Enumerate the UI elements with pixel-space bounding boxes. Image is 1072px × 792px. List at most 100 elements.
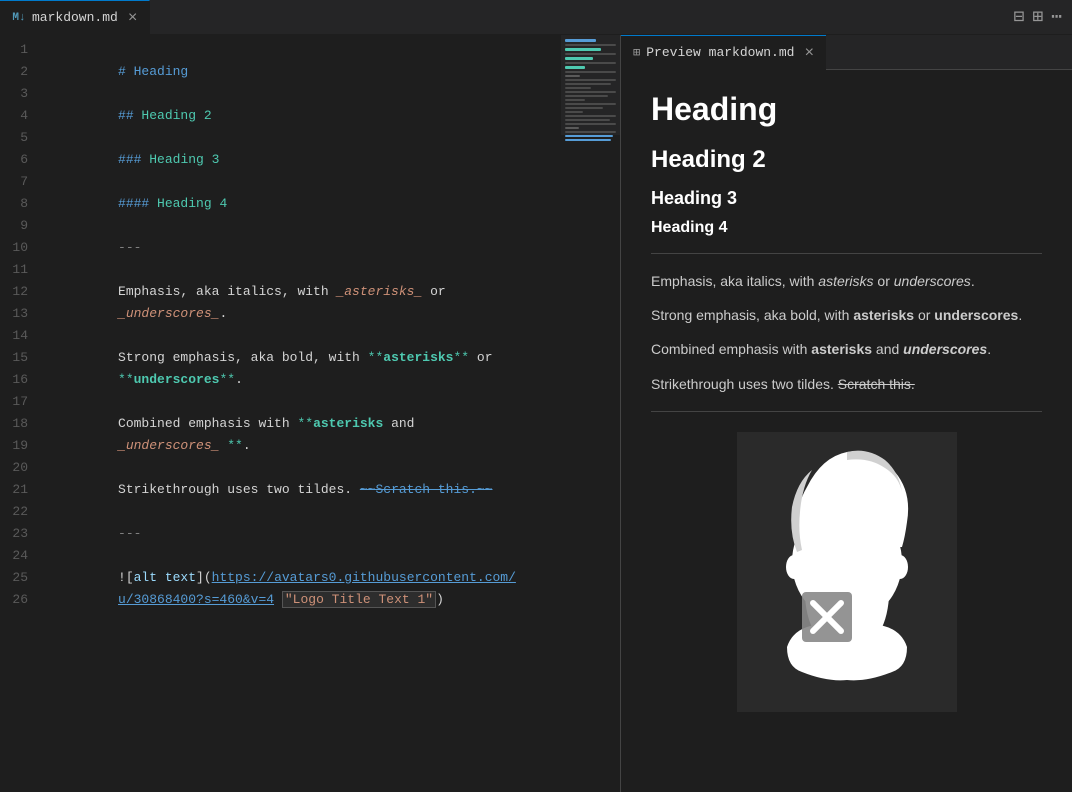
- mini-line-19: [565, 115, 616, 117]
- line-num-15: 15: [0, 347, 28, 369]
- preview-image-container: [651, 432, 1042, 712]
- line-15-bold: underscores: [134, 372, 220, 387]
- line-15-plain: .: [235, 372, 243, 387]
- line-num-16: 16: [0, 369, 28, 391]
- line-num-8: 8: [0, 193, 28, 215]
- line-17-and: and: [383, 416, 414, 431]
- line-20-strike: ~~Scratch this.~~: [360, 482, 493, 497]
- line-12-plain: .: [219, 306, 227, 321]
- preview-heading1: Heading: [651, 90, 1042, 128]
- mini-line-16: [565, 103, 616, 105]
- line-24-bracket1: ![: [118, 570, 134, 585]
- line-num-25: 25: [0, 567, 28, 589]
- line-num-26: 26: [0, 589, 28, 611]
- preview-strike-para: Strikethrough uses two tildes. Scratch t…: [651, 373, 1042, 395]
- preview-hr2: [651, 411, 1042, 412]
- h2-marker: ##: [118, 108, 141, 123]
- preview-emphasis-para: Emphasis, aka italics, with asterisks or…: [651, 270, 1042, 292]
- line-num-24: 24: [0, 545, 28, 567]
- line-17-bold: asterisks: [313, 416, 383, 431]
- line-25-title: "Logo Title Text 1": [285, 592, 433, 607]
- line-25-title-bg: "Logo Title Text 1": [282, 591, 436, 608]
- mini-line-11: [565, 83, 611, 85]
- line-15-bold-marker2: **: [219, 372, 235, 387]
- minimap: [560, 35, 620, 135]
- preview-combined-para: Combined emphasis with asterisks and und…: [651, 338, 1042, 360]
- h4-text: Heading 4: [157, 196, 227, 211]
- preview-pane: ⊞ Preview markdown.md × Heading Heading …: [621, 35, 1072, 792]
- preview-image: [737, 432, 957, 712]
- editor-tab-close[interactable]: ×: [128, 10, 138, 26]
- preview-p2-plain1: Strong emphasis, aka bold, with: [651, 307, 853, 323]
- code-line-3: ## Heading 2: [40, 83, 610, 105]
- line-num-11: 11: [0, 259, 28, 281]
- preview-icon: ⊞: [633, 45, 640, 60]
- code-content: # Heading ## Heading 2 ### Heading 3: [40, 39, 620, 611]
- code-line-22: ---: [40, 501, 610, 523]
- line-num-7: 7: [0, 171, 28, 193]
- code-line-9: ---: [40, 215, 610, 237]
- mini-line-6: [565, 62, 616, 64]
- mini-line-14: [565, 95, 608, 97]
- line-18-plain: .: [243, 438, 251, 453]
- line-num-18: 18: [0, 413, 28, 435]
- line-25-url: u/30868400?s=460&v=4: [118, 592, 274, 607]
- line-14-plain2: or: [469, 350, 492, 365]
- mini-line-12: [565, 87, 591, 89]
- line-num-17: 17: [0, 391, 28, 413]
- line-14-bold-marker1: **: [368, 350, 384, 365]
- preview-p3-plain3: .: [987, 341, 991, 357]
- line-17-bold-marker1: **: [297, 416, 313, 431]
- code-line-20: Strikethrough uses two tildes. ~~Scratch…: [40, 457, 610, 479]
- line-numbers: 1 2 3 4 5 6 7 8 9 10 11 12 13 14 15 16 1…: [0, 39, 40, 611]
- line-num-2: 2: [0, 61, 28, 83]
- mini-line-5: [565, 57, 593, 60]
- mini-line-7: [565, 66, 585, 69]
- line-17-plain1: Combined emphasis with: [118, 416, 297, 431]
- main-content: 1 2 3 4 5 6 7 8 9 10 11 12 13 14 15 16 1…: [0, 35, 1072, 792]
- code-line-24: ![alt text](https://avatars0.githubuserc…: [40, 545, 610, 567]
- line-14-plain1: Strong emphasis, aka bold, with: [118, 350, 368, 365]
- mini-line-18: [565, 111, 583, 113]
- line-14-bold-marker2: **: [453, 350, 469, 365]
- preview-p2-strong1: asterisks: [853, 307, 914, 323]
- preview-heading2: Heading 2: [651, 144, 1042, 175]
- line-num-5: 5: [0, 127, 28, 149]
- line-num-23: 23: [0, 523, 28, 545]
- editor-lines: 1 2 3 4 5 6 7 8 9 10 11 12 13 14 15 16 1…: [0, 35, 620, 611]
- h3-text: Heading 3: [149, 152, 219, 167]
- line-24-alt: alt text: [134, 570, 196, 585]
- editor-tab[interactable]: M↓ markdown.md ×: [0, 0, 150, 35]
- code-line-11: Emphasis, aka italics, with _asterisks_ …: [40, 259, 610, 281]
- mini-line-1: [565, 39, 596, 42]
- preview-p4-plain1: Strikethrough uses two tildes.: [651, 376, 838, 392]
- mini-line-23: [565, 131, 616, 133]
- editor-tab-label: markdown.md: [32, 10, 118, 25]
- split-editor-icon[interactable]: ⊟: [1011, 4, 1026, 30]
- mini-line-22: [565, 127, 579, 129]
- tab-bar: M↓ markdown.md × ⊟ ⊞ ⋯: [0, 0, 1072, 35]
- preview-strong-para: Strong emphasis, aka bold, with asterisk…: [651, 304, 1042, 326]
- preview-p1-plain1: Emphasis, aka italics, with: [651, 273, 818, 289]
- mini-line-24: [565, 135, 613, 137]
- preview-tab-label: Preview markdown.md: [646, 45, 794, 60]
- preview-p1-plain3: .: [971, 273, 975, 289]
- line-num-20: 20: [0, 457, 28, 479]
- split-editor-side-icon[interactable]: ⊞: [1030, 4, 1045, 30]
- line-num-1: 1: [0, 39, 28, 61]
- preview-p1-em1: asterisks: [818, 273, 873, 289]
- mini-line-13: [565, 91, 616, 93]
- line-20-plain1: Strikethrough uses two tildes.: [118, 482, 360, 497]
- line-25-paren: ): [436, 592, 444, 607]
- mini-line-3: [565, 48, 601, 51]
- line-num-19: 19: [0, 435, 28, 457]
- line-num-9: 9: [0, 215, 28, 237]
- line-25-space: [274, 592, 282, 607]
- preview-tab[interactable]: ⊞ Preview markdown.md ×: [621, 35, 826, 70]
- preview-tab-close[interactable]: ×: [804, 44, 814, 62]
- line-num-3: 3: [0, 83, 28, 105]
- line-num-12: 12: [0, 281, 28, 303]
- editor-pane[interactable]: 1 2 3 4 5 6 7 8 9 10 11 12 13 14 15 16 1…: [0, 35, 620, 792]
- code-line-5: ### Heading 3: [40, 127, 610, 149]
- more-actions-icon[interactable]: ⋯: [1049, 4, 1064, 30]
